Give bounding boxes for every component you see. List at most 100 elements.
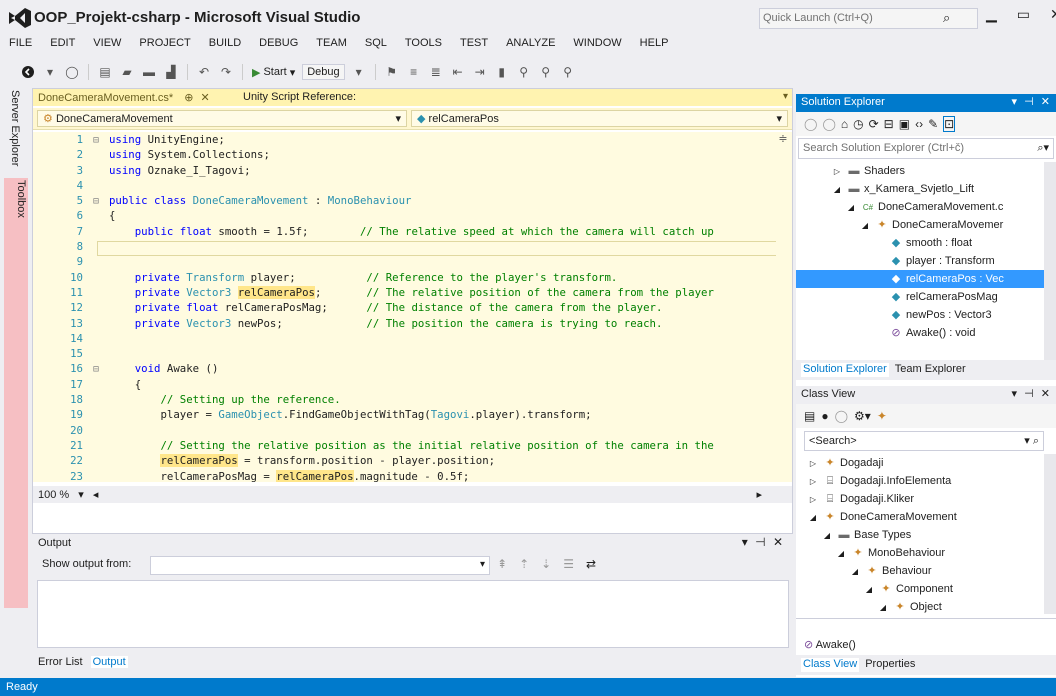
dropdown-icon[interactable]: ▾: [42, 64, 58, 80]
expand-icon[interactable]: ▷: [830, 163, 844, 181]
members-dropdown[interactable]: ◆ relCameraPos ▾: [411, 110, 788, 127]
code-line[interactable]: 13 private Vector3 newPos; // The positi…: [33, 316, 792, 331]
next-message-icon[interactable]: ⇣: [541, 557, 551, 571]
tree-item[interactable]: ◢ ▬ Base Types: [796, 526, 1056, 544]
tree-item[interactable]: ◆ player : Transform: [796, 252, 1056, 270]
solution-search-input[interactable]: Search Solution Explorer (Ctrl+č) ⌕▾: [798, 138, 1054, 159]
code-line[interactable]: 3 using Oznake_I_Tagovi;: [33, 163, 792, 178]
bookmark-clear-icon[interactable]: ⚲: [538, 64, 554, 80]
code-line[interactable]: 23 relCameraPosMag = relCameraPos.magnit…: [33, 469, 792, 482]
settings-icon[interactable]: ⚙▾: [854, 409, 871, 423]
tab-solution-explorer[interactable]: Solution Explorer: [801, 363, 889, 377]
pin-icon[interactable]: ⊣: [1024, 96, 1034, 108]
menu-sql[interactable]: SQL: [356, 37, 396, 57]
show-all-files-icon[interactable]: ▣: [899, 117, 910, 131]
tree-item[interactable]: ▷ ⌸ Dogadaji.InfoElementa: [796, 472, 1056, 490]
tree-item[interactable]: ◆ newPos : Vector3: [796, 306, 1056, 324]
code-line[interactable]: 6{: [33, 208, 792, 223]
save-all-icon[interactable]: ▟: [163, 64, 179, 80]
tree-item[interactable]: ◆ relCameraPosMag: [796, 288, 1056, 306]
tab-output[interactable]: Output: [90, 656, 128, 668]
fold-toggle[interactable]: ⊟: [93, 133, 109, 148]
code-line[interactable]: 16 ⊟ void Awake (): [33, 361, 792, 376]
start-debugging-button[interactable]: ▶ Start ▾: [248, 66, 299, 79]
find-in-files-icon[interactable]: ⚑: [384, 64, 400, 80]
collapse-all-icon[interactable]: ⊟: [884, 117, 894, 131]
menu-window[interactable]: WINDOW: [564, 37, 630, 57]
save-icon[interactable]: ▬: [141, 64, 157, 80]
expand-icon[interactable]: ▷: [806, 455, 820, 473]
code-line[interactable]: 11 private Vector3 relCameraPos; // The …: [33, 285, 792, 300]
scroll-right-icon[interactable]: ▸: [756, 488, 762, 501]
bookmark-icon[interactable]: ▮: [494, 64, 510, 80]
fold-toggle[interactable]: ⊟: [93, 194, 109, 209]
back-icon[interactable]: ●: [821, 409, 828, 423]
maximize-button[interactable]: ▭: [1017, 6, 1030, 23]
prev-message-icon[interactable]: ⇡: [519, 557, 529, 571]
menu-test[interactable]: TEST: [451, 37, 497, 57]
vertical-scrollbar[interactable]: [1044, 454, 1056, 614]
menu-view[interactable]: VIEW: [84, 37, 130, 57]
collapse-icon[interactable]: ◢: [862, 581, 876, 599]
bookmark-next-icon[interactable]: ⇥: [472, 64, 488, 80]
menu-project[interactable]: PROJECT: [130, 37, 199, 57]
tab-donecameramovement[interactable]: DoneCameraMovement.cs* ⊕ ✕: [33, 89, 215, 106]
code-line[interactable]: 10 private Transform player; // Referenc…: [33, 270, 792, 285]
server-explorer-tab[interactable]: Server Explorer: [8, 88, 22, 168]
tree-item[interactable]: ◆ smooth : float: [796, 234, 1056, 252]
types-dropdown[interactable]: ⚙ DoneCameraMovement ▾: [37, 110, 407, 127]
close-icon[interactable]: ✕: [1041, 96, 1050, 108]
word-wrap-icon[interactable]: ⇄: [586, 557, 596, 571]
menu-team[interactable]: TEAM: [307, 37, 356, 57]
clear-all-icon[interactable]: ☰: [563, 557, 574, 571]
tree-item[interactable]: ▷ ▬ Shaders: [796, 162, 1056, 180]
member-list-item[interactable]: ⊘ Awake(): [804, 638, 856, 651]
menu-file[interactable]: FILE: [0, 37, 41, 57]
toolbox-tab[interactable]: Toolbox: [4, 178, 28, 608]
chevron-down-icon[interactable]: ▾: [1012, 388, 1018, 400]
splitter[interactable]: [796, 618, 1056, 619]
code-line[interactable]: 7 public float smooth = 1.5f; // The rel…: [33, 224, 792, 239]
menu-edit[interactable]: EDIT: [41, 37, 84, 57]
expand-icon[interactable]: ▷: [806, 473, 820, 491]
tree-item[interactable]: ◢ ✦ DoneCameraMovement: [796, 508, 1056, 526]
solution-configuration-dropdown[interactable]: Debug: [302, 64, 345, 80]
comment-icon[interactable]: ≡: [406, 64, 422, 80]
collapse-icon[interactable]: ◢: [858, 217, 872, 235]
chevron-down-icon[interactable]: ▾: [78, 489, 84, 501]
pending-changes-icon[interactable]: ◷: [853, 117, 863, 131]
tab-unity-script-reference[interactable]: Unity Script Reference:: [238, 89, 361, 106]
redo-icon[interactable]: ↷: [218, 64, 234, 80]
vertical-scrollbar[interactable]: [1044, 162, 1056, 372]
menu-debug[interactable]: DEBUG: [250, 37, 307, 57]
find-message-icon[interactable]: ⇞: [497, 557, 507, 571]
menu-help[interactable]: HELP: [631, 37, 678, 57]
tree-item[interactable]: ▷ ⌸ Dogadaji.Kliker: [796, 490, 1056, 508]
tab-properties[interactable]: Properties: [865, 658, 915, 672]
scroll-left-icon[interactable]: ◂: [93, 489, 99, 501]
tree-item[interactable]: ◢ C# DoneCameraMovement.c: [796, 198, 1056, 216]
uncomment-icon[interactable]: ≣: [428, 64, 444, 80]
view-code-icon[interactable]: ‹›: [915, 117, 923, 131]
chevron-down-icon[interactable]: ▾: [742, 535, 748, 549]
code-line[interactable]: 22 relCameraPos = transform.position - p…: [33, 453, 792, 468]
code-line[interactable]: 15: [33, 346, 792, 361]
code-line[interactable]: 2 using System.Collections;: [33, 147, 792, 162]
code-line[interactable]: 18 // Setting up the reference.: [33, 392, 792, 407]
tree-item[interactable]: ◢ ✦ DoneCameraMovemer: [796, 216, 1056, 234]
chevron-down-icon[interactable]: ▾: [783, 91, 788, 102]
collapse-icon[interactable]: ◢: [834, 545, 848, 563]
output-text-area[interactable]: [37, 580, 789, 648]
tree-item[interactable]: ⊘ Awake() : void: [796, 324, 1056, 342]
search-icon[interactable]: ⌕: [943, 10, 950, 26]
code-line[interactable]: 19 player = GameObject.FindGameObjectWit…: [33, 407, 792, 422]
vertical-scrollbar[interactable]: ≑: [776, 132, 790, 482]
collapse-icon[interactable]: ◢: [820, 527, 834, 545]
tree-item[interactable]: ◢ ▬ x_Kamera_Svjetlo_Lift: [796, 180, 1056, 198]
tree-item[interactable]: ◢ ✦ Object: [796, 598, 1056, 614]
search-icon[interactable]: ⌕▾: [1037, 141, 1049, 155]
new-folder-icon[interactable]: ▤: [804, 409, 815, 423]
add-class-icon[interactable]: ✦: [877, 409, 887, 423]
undo-icon[interactable]: ↶: [196, 64, 212, 80]
home-icon[interactable]: ⌂: [841, 117, 848, 131]
